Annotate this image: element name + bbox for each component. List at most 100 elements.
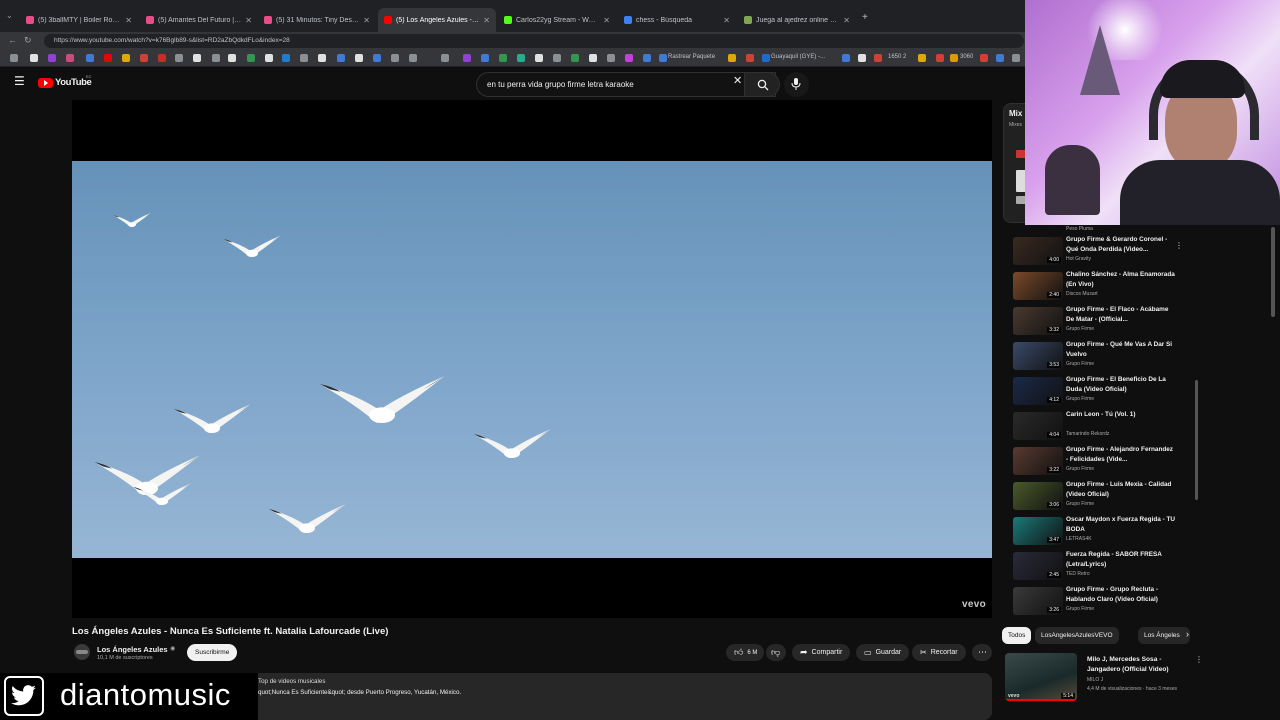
- bookmark-favicon-icon[interactable]: [10, 54, 18, 62]
- bookmark-favicon-icon[interactable]: [337, 54, 345, 62]
- bookmark-favicon-icon[interactable]: [104, 54, 112, 62]
- bookmark-rastrear[interactable]: Rastrear Paquete: [668, 54, 715, 60]
- channel-avatar[interactable]: [74, 644, 90, 660]
- bookmark-favicon-icon[interactable]: [300, 54, 308, 62]
- playlist-thumbnail[interactable]: 3:06: [1013, 482, 1063, 510]
- chip-los-angeles[interactable]: Los Ángeles: [1138, 627, 1190, 644]
- bookmark-favicon-icon[interactable]: [66, 54, 74, 62]
- url-field[interactable]: https://www.youtube.com/watch?v=k76Bglb8…: [44, 34, 1024, 48]
- search-button[interactable]: [744, 72, 780, 97]
- tab-3[interactable]: (5) 31 Minutos: Tiny Desk Concert✕: [258, 8, 376, 32]
- bookmark-favicon-icon[interactable]: [643, 54, 651, 62]
- bookmark-favicon-icon[interactable]: [571, 54, 579, 62]
- bookmark-favicon-icon[interactable]: [441, 54, 449, 62]
- tab-6[interactable]: chess - Búsqueda ✕: [618, 8, 736, 32]
- recommended-more-icon[interactable]: ⋮: [1195, 655, 1203, 664]
- clip-button[interactable]: ✂ Recortar: [912, 644, 966, 661]
- bookmark-favicon-icon[interactable]: [193, 54, 201, 62]
- bookmark-favicon-icon[interactable]: [659, 54, 667, 62]
- clear-search-icon[interactable]: ✕: [733, 74, 742, 87]
- playlist-item[interactable]: 4:00 Grupo Firme & Gerardo Coronel - Qué …: [1008, 235, 1198, 270]
- playlist-item[interactable]: 4:04 Carin Leon - Tú (Vol. 1) Tamarindo Re…: [1008, 410, 1198, 445]
- bookmark-favicon-icon[interactable]: [175, 54, 183, 62]
- playlist-item[interactable]: 3:26 Grupo Firme - Grupo Recluta - Hablan…: [1008, 585, 1198, 620]
- bookmark-favicon-icon[interactable]: [936, 54, 944, 62]
- bookmark-favicon-icon[interactable]: [247, 54, 255, 62]
- playlist-thumbnail[interactable]: 4:04: [1013, 412, 1063, 440]
- bookmark-favicon-icon[interactable]: [228, 54, 236, 62]
- channel-name[interactable]: Los Ángeles Azules: [97, 645, 168, 654]
- reload-icon[interactable]: ↻: [24, 35, 32, 46]
- menu-icon[interactable]: ☰: [14, 74, 25, 88]
- bookmark-favicon-icon[interactable]: [858, 54, 866, 62]
- bookmark-favicon-icon[interactable]: [746, 54, 754, 62]
- bookmark-favicon-icon[interactable]: [1012, 54, 1020, 62]
- like-button[interactable]: 👍︎ 6 M: [726, 644, 764, 661]
- chip-vevo-channel[interactable]: LosAngelesAzulesVEVO: [1035, 627, 1119, 644]
- playlist-thumbnail[interactable]: 4:12: [1013, 377, 1063, 405]
- bookmark-favicon-icon[interactable]: [918, 54, 926, 62]
- dislike-button[interactable]: 👎︎: [766, 644, 786, 661]
- page-scrollbar[interactable]: [1271, 227, 1275, 317]
- tab-close-icon[interactable]: ✕: [241, 16, 252, 25]
- bookmark-favicon-icon[interactable]: [282, 54, 290, 62]
- tab-close-icon[interactable]: ✕: [599, 16, 610, 25]
- bookmark-favicon-icon[interactable]: [158, 54, 166, 62]
- bookmark-favicon-icon[interactable]: [86, 54, 94, 62]
- playlist-thumbnail[interactable]: 2:40: [1013, 272, 1063, 300]
- playlist-item[interactable]: 3:22 Grupo Firme - Alejandro Fernandez - …: [1008, 445, 1198, 480]
- bookmark-guayaquil[interactable]: Guayaquil (GYE) -...: [771, 54, 825, 60]
- new-tab-button[interactable]: +: [862, 12, 868, 23]
- bookmark-favicon-icon[interactable]: [391, 54, 399, 62]
- bookmark-favicon-icon[interactable]: [625, 54, 633, 62]
- voice-search-button[interactable]: [784, 72, 809, 97]
- recommended-thumbnail[interactable]: vevo 5:14: [1005, 653, 1077, 701]
- youtube-logo[interactable]: YouTube EC: [38, 74, 98, 90]
- bookmark-favicon-icon[interactable]: [517, 54, 525, 62]
- bookmark-favicon-icon[interactable]: [950, 54, 958, 62]
- playlist-thumbnail[interactable]: 2:45: [1013, 552, 1063, 580]
- tab-close-icon[interactable]: ✕: [839, 16, 850, 25]
- bookmark-favicon-icon[interactable]: [553, 54, 561, 62]
- more-actions-button[interactable]: ⋯: [972, 644, 992, 661]
- bookmark-favicon-icon[interactable]: [874, 54, 882, 62]
- tab-7[interactable]: Juega al ajedrez online GRATIS - A✕: [738, 8, 856, 32]
- subscribe-button[interactable]: Suscribirme: [187, 644, 238, 661]
- back-icon[interactable]: ←: [8, 35, 17, 45]
- playlist-thumbnail[interactable]: 3:26: [1013, 587, 1063, 615]
- playlist-thumbnail[interactable]: 4:00: [1013, 237, 1063, 265]
- tab-5[interactable]: Carlos22yg Stream - Watch Live o✕: [498, 8, 616, 32]
- chip-todos[interactable]: Todos: [1002, 627, 1032, 644]
- video-player[interactable]: vevo: [72, 100, 992, 618]
- bookmark-favicon-icon[interactable]: [589, 54, 597, 62]
- bookmark-favicon-icon[interactable]: [122, 54, 130, 62]
- bookmark-3060[interactable]: 3060: [960, 54, 973, 60]
- bookmark-favicon-icon[interactable]: [499, 54, 507, 62]
- tab-2[interactable]: (5) Amantes Del Futuro | Boiler Ro✕: [140, 8, 258, 32]
- recommended-video[interactable]: vevo 5:14 Milo J, Mercedes Sosa - Jangad…: [1005, 653, 1203, 705]
- bookmark-favicon-icon[interactable]: [728, 54, 736, 62]
- bookmark-favicon-icon[interactable]: [373, 54, 381, 62]
- playlist-item[interactable]: 3:53 Grupo Firme - Qué Me Vas A Dar Si Vu…: [1008, 340, 1198, 375]
- bookmark-favicon-icon[interactable]: [30, 54, 38, 62]
- bookmark-favicon-icon[interactable]: [980, 54, 988, 62]
- bookmark-favicon-icon[interactable]: [265, 54, 273, 62]
- video-frame[interactable]: [72, 161, 992, 558]
- tab-close-icon[interactable]: ✕: [121, 16, 132, 25]
- playlist-thumbnail[interactable]: 3:32: [1013, 307, 1063, 335]
- bookmark-favicon-icon[interactable]: [607, 54, 615, 62]
- playlist-item[interactable]: 3:47 Oscar Maydon x Fuerza Regida - TU BO…: [1008, 515, 1198, 550]
- bookmark-favicon-icon[interactable]: [318, 54, 326, 62]
- playlist-thumbnail[interactable]: 3:22: [1013, 447, 1063, 475]
- tab-close-icon[interactable]: ✕: [719, 16, 730, 25]
- share-button[interactable]: ➦ Compartir: [792, 644, 851, 661]
- playlist-item[interactable]: 3:32 Grupo Firme - El Flaco - Acábame De …: [1008, 305, 1198, 340]
- tab-4[interactable]: (5) Los Ángeles Azules - Nunc✕: [378, 8, 496, 32]
- playlist-item-more-icon[interactable]: ⋮: [1175, 241, 1183, 250]
- bookmark-favicon-icon[interactable]: [762, 54, 770, 62]
- bookmark-favicon-icon[interactable]: [355, 54, 363, 62]
- playlist-item[interactable]: 2:45 Fuerza Regida - SABOR FRESA (Letra/L…: [1008, 550, 1198, 585]
- bookmark-1650[interactable]: 1650 2: [888, 54, 906, 60]
- tab-list-chevron-icon[interactable]: ⌄: [6, 11, 13, 20]
- save-button[interactable]: ▭ Guardar: [856, 644, 910, 661]
